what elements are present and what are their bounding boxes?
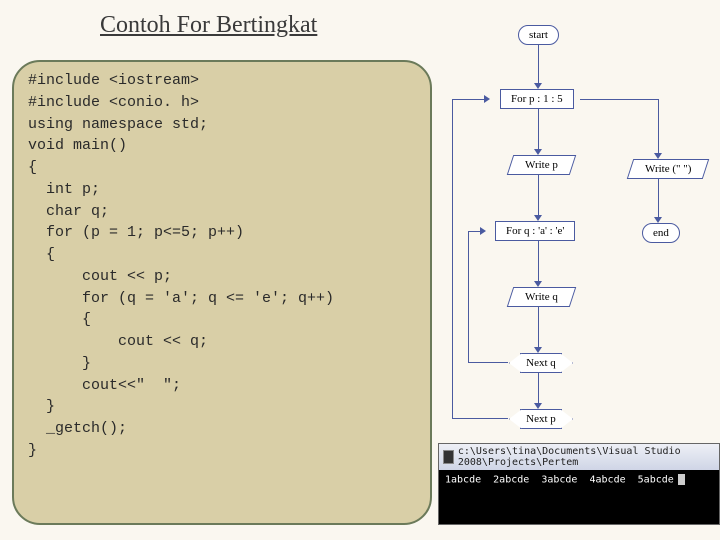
- console-titlebar: c:\Users\tina\Documents\Visual Studio 20…: [439, 444, 719, 470]
- flowchart: start For p : 1 : 5 Write p Write (" ") …: [440, 25, 720, 440]
- cursor-icon: [678, 474, 685, 485]
- console-title-text: c:\Users\tina\Documents\Visual Studio 20…: [458, 446, 715, 468]
- flow-for-q: For q : 'a' : 'e': [495, 221, 575, 241]
- flow-end: end: [642, 223, 680, 243]
- flow-next-p: Next p: [520, 409, 562, 429]
- flow-write-p: Write p: [507, 155, 576, 175]
- code-block: #include <iostream> #include <conio. h> …: [12, 60, 432, 525]
- flow-for-p: For p : 1 : 5: [500, 89, 574, 109]
- console-window: c:\Users\tina\Documents\Visual Studio 20…: [438, 443, 720, 525]
- slide-title: Contoh For Bertingkat: [100, 12, 317, 39]
- flow-next-q: Next q: [520, 353, 562, 373]
- console-icon: [443, 450, 454, 464]
- console-output: 1abcde 2abcde 3abcde 4abcde 5abcde: [439, 470, 719, 490]
- flow-write-spaces: Write (" "): [627, 159, 710, 179]
- flow-write-q: Write q: [507, 287, 576, 307]
- flow-start: start: [518, 25, 559, 45]
